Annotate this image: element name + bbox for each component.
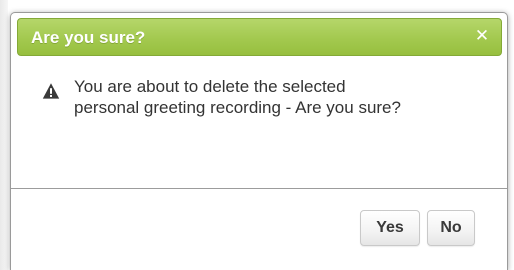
- close-icon[interactable]: ✕: [472, 25, 492, 47]
- dialog-message: You are about to delete the selected per…: [74, 76, 494, 118]
- dialog-title: Are you sure?: [31, 28, 146, 47]
- footer-divider: [11, 188, 507, 189]
- message-line-1: You are about to delete the selected: [74, 77, 346, 96]
- dialog-titlebar[interactable]: Are you sure? ✕: [17, 18, 502, 56]
- warning-icon: [42, 83, 60, 99]
- screen: Are you sure? ✕ You are about to delete …: [0, 0, 514, 270]
- background-edge: [0, 0, 8, 270]
- no-button[interactable]: No: [427, 210, 475, 246]
- message-line-2: personal greeting recording - Are you su…: [74, 98, 401, 117]
- yes-button[interactable]: Yes: [360, 210, 420, 246]
- confirm-dialog: Are you sure? ✕ You are about to delete …: [10, 12, 508, 270]
